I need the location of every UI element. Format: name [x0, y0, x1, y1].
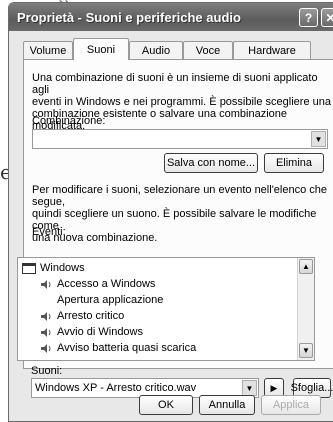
speaker-icon — [41, 311, 51, 321]
save-as-button[interactable]: Salva con nome... — [164, 153, 258, 173]
sound-properties-window: Proprietà - Suoni e periferiche audio ? … — [8, 2, 333, 422]
scroll-down-icon[interactable]: ▼ — [299, 343, 313, 358]
tab-hardware[interactable]: Hardware — [233, 41, 311, 59]
list-item[interactable]: Avviso batteria quasi scarica — [40, 340, 196, 356]
help-button[interactable]: ? — [299, 8, 318, 27]
window-icon — [22, 262, 36, 274]
scheme-label: Combinazione: — [32, 115, 106, 127]
list-item[interactable]: Accesso a Windows — [40, 276, 155, 292]
scroll-up-icon[interactable]: ▲ — [299, 259, 313, 274]
events-scrollbar[interactable]: ▲ ▼ — [297, 258, 314, 360]
list-item[interactable]: Avvio di Windows — [40, 324, 143, 340]
tab-audio[interactable]: Audio — [129, 41, 183, 59]
tab-volume[interactable]: Volume — [23, 41, 73, 59]
tab-suoni[interactable]: Suoni — [73, 38, 129, 60]
speaker-icon — [41, 327, 51, 337]
events-list[interactable]: Windows Accesso a Windows Apertura appli… — [17, 257, 315, 361]
sounds-label: Suoni: — [31, 365, 63, 377]
list-item[interactable]: Apertura applicazione — [57, 292, 163, 308]
chevron-down-icon[interactable]: ▼ — [242, 380, 257, 396]
speaker-icon — [41, 343, 51, 353]
speaker-icon — [41, 279, 51, 289]
tab-voce[interactable]: Voce — [183, 41, 233, 59]
apply-button[interactable]: Applica — [261, 395, 321, 415]
title-bar[interactable]: Proprietà - Suoni e periferiche audio — [9, 3, 333, 31]
events-label: Eventi: — [32, 226, 66, 238]
list-item[interactable]: Arresto critico — [40, 308, 124, 324]
window-title: Proprietà - Suoni e periferiche audio — [17, 9, 241, 25]
help-text: Per modificare i suoni, selezionare un e… — [32, 184, 327, 244]
chevron-down-icon[interactable]: ▼ — [311, 131, 326, 147]
list-item[interactable]: Windows — [22, 260, 85, 276]
close-button[interactable]: ✕ — [321, 8, 333, 27]
sound-value: Windows XP - Arresto critico.wav — [35, 382, 197, 394]
ok-button[interactable]: OK — [139, 395, 193, 415]
cancel-button[interactable]: Annulla — [199, 395, 255, 415]
delete-button[interactable]: Elimina — [264, 153, 324, 173]
scheme-combobox[interactable]: ▼ — [32, 129, 328, 149]
